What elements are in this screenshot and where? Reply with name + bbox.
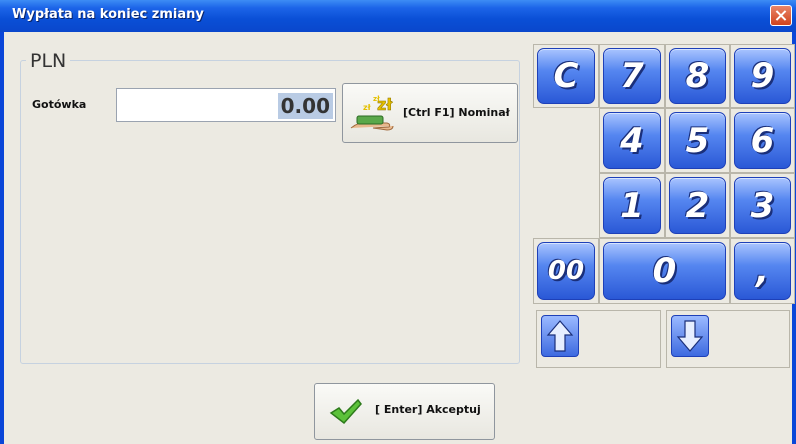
nominal-button-label: [Ctrl F1] Nominał (403, 106, 510, 119)
key-9[interactable]: 9 (730, 44, 795, 108)
arrow-down-button[interactable] (666, 310, 790, 368)
money-symbol-small: zł (363, 103, 372, 112)
arrow-up-icon (546, 320, 574, 352)
arrow-down-icon (676, 320, 704, 352)
cash-label: Gotówka (32, 98, 87, 111)
arrow-up-button[interactable] (536, 310, 661, 368)
key-0[interactable]: 0 (599, 238, 730, 304)
money-hand-icon: zł zł zł (350, 95, 394, 131)
window-title: Wypłata na koniec zmiany (12, 7, 204, 22)
cash-amount-input[interactable]: 0.00 (116, 88, 336, 122)
key-comma[interactable]: , (730, 238, 795, 304)
key-3[interactable]: 3 (730, 173, 795, 238)
key-5[interactable]: 5 (665, 108, 730, 173)
numpad: C 7 8 9 4 5 6 1 2 3 00 0 , (533, 44, 795, 304)
accept-button-label: [ Enter] Akceptuj (375, 403, 481, 416)
key-2[interactable]: 2 (665, 173, 730, 238)
checkmark-icon (329, 398, 362, 425)
key-00[interactable]: 00 (533, 238, 599, 304)
money-symbol-tiny: zł (373, 95, 380, 103)
key-8[interactable]: 8 (665, 44, 730, 108)
key-clear[interactable]: C (533, 44, 599, 108)
currency-label: PLN (26, 50, 71, 72)
cash-amount-value: 0.00 (277, 93, 333, 119)
key-4[interactable]: 4 (599, 108, 665, 173)
key-1[interactable]: 1 (599, 173, 665, 238)
nominal-button[interactable]: zł zł zł [Ctrl F1] Nominał (342, 83, 518, 143)
close-icon[interactable] (770, 5, 792, 26)
title-bar[interactable]: Wypłata na koniec zmiany (0, 0, 796, 32)
accept-button[interactable]: [ Enter] Akceptuj (314, 383, 495, 440)
key-7[interactable]: 7 (599, 44, 665, 108)
key-6[interactable]: 6 (730, 108, 795, 173)
